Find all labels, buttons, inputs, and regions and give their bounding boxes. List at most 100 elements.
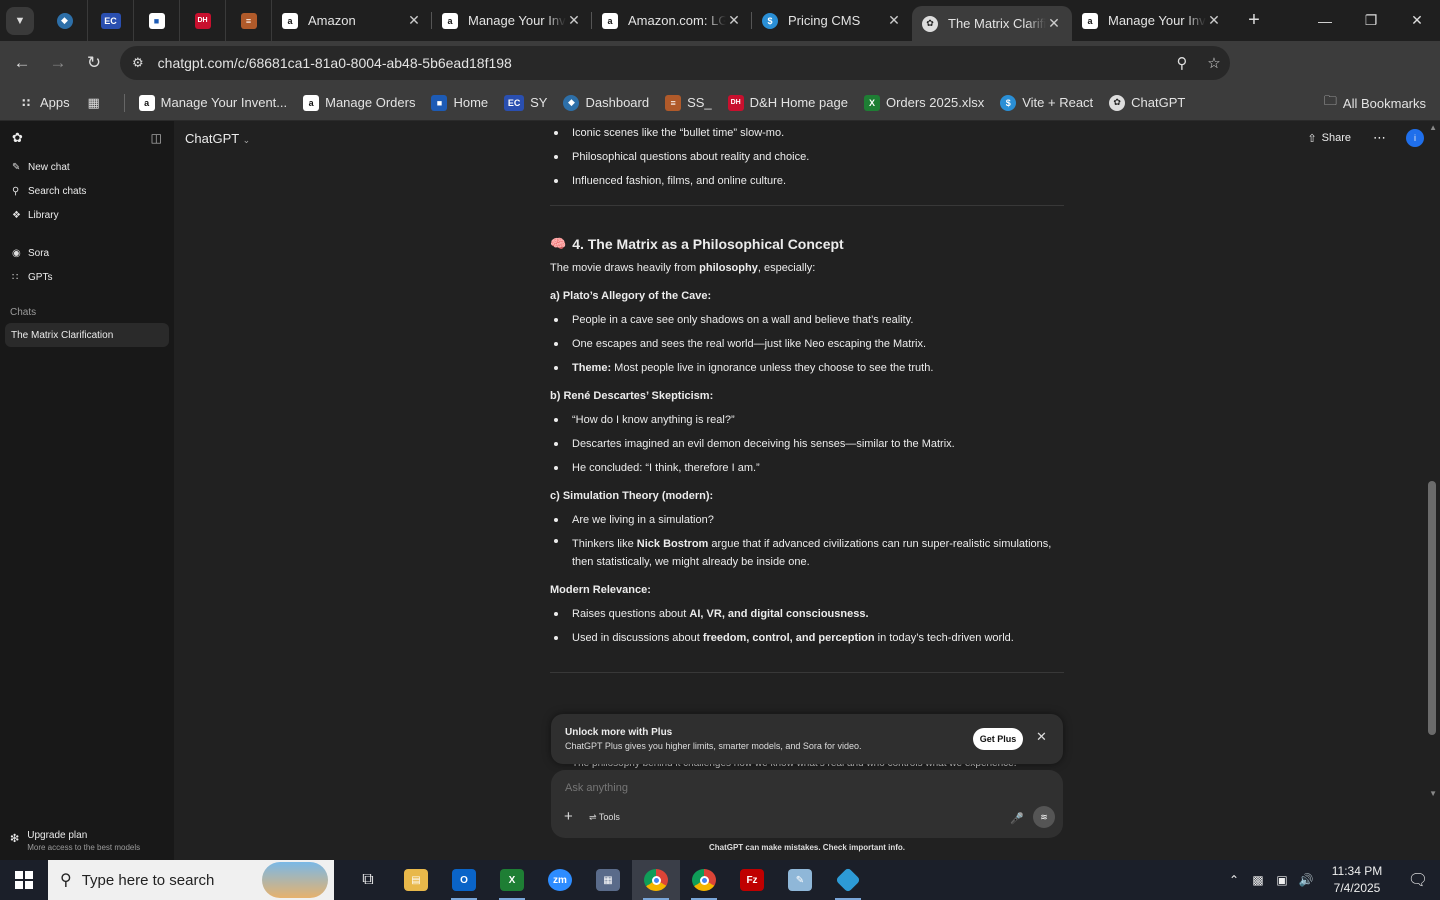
bookmark-grid[interactable]: ▦ <box>86 95 108 111</box>
all-bookmarks[interactable]: 🗀 All Bookmarks <box>1324 85 1426 121</box>
close-icon[interactable]: ✕ <box>886 12 902 29</box>
minimize-icon[interactable]: — <box>1302 0 1348 41</box>
sidebar-item-new-chat[interactable]: ✎ New chat <box>0 155 174 179</box>
subheading-simulation: c) Simulation Theory (modern): <box>550 490 714 502</box>
promo-title: Unlock more with Plus <box>565 727 673 738</box>
close-icon[interactable]: ✕ <box>406 12 422 29</box>
close-icon[interactable]: ✕ <box>1206 12 1222 29</box>
bookmark-orders-2025[interactable]: X Orders 2025.xlsx <box>863 94 985 111</box>
pinned-tab-2[interactable]: EC <box>88 0 134 41</box>
back-button[interactable]: ← <box>4 45 40 81</box>
more-options-icon[interactable]: ⋯ <box>1373 130 1386 146</box>
voice-mode-button[interactable]: ≋ <box>1033 806 1055 828</box>
model-selector[interactable]: ChatGPT ⌄ <box>185 131 250 146</box>
bookmarks-bar: ∷ Apps ▦ a Manage Your Invent... a Manage O… <box>0 85 1440 121</box>
add-attachment-icon[interactable]: + <box>564 808 573 825</box>
pinned-tab-4[interactable]: DH <box>180 0 226 41</box>
taskbar-search[interactable]: ⚲ Type here to search <box>48 860 334 900</box>
tab-manage-inventory-2[interactable]: a Manage Your Inventory ✕ <box>1072 0 1232 41</box>
tab-search-button[interactable]: ▼ <box>6 6 34 35</box>
bookmark-chatgpt[interactable]: ✿ ChatGPT <box>1109 94 1185 111</box>
tab-pricing-cms[interactable]: $ Pricing CMS ✕ <box>752 0 912 41</box>
upgrade-plan-button[interactable]: ❇ Upgrade plan More access to the best m… <box>10 830 140 852</box>
tab-amazon-lg[interactable]: a Amazon.com: LG ✕ <box>592 0 752 41</box>
sidebar: ✿ ◫ ✎ New chat ⚲ Search chats ❖ Library ◉ So… <box>0 121 174 860</box>
calculator-icon: ▦ <box>596 869 620 891</box>
bookmark-ss[interactable]: ≡ SS_ <box>665 94 712 111</box>
volume-icon[interactable]: 🔊 <box>1294 873 1318 887</box>
microphone-icon[interactable]: 🎤 <box>1010 812 1024 825</box>
bookmark-label: Orders 2025.xlsx <box>885 95 985 110</box>
scrollbar-thumb[interactable] <box>1428 481 1436 735</box>
taskbar-filezilla[interactable]: Fz <box>728 860 776 900</box>
chatgpt-logo-icon[interactable]: ✿ <box>12 130 23 146</box>
tab-title: The Matrix Clarification <box>948 16 1046 31</box>
account-avatar[interactable]: i <box>1406 129 1424 147</box>
tab-matrix-clarification[interactable]: ✿ The Matrix Clarification ✕ <box>912 6 1072 41</box>
prompt-input[interactable] <box>565 782 985 794</box>
start-button[interactable] <box>0 860 48 900</box>
notifications-icon[interactable]: 🗨 <box>1396 870 1440 890</box>
scrollbar[interactable]: ▲ ▼ <box>1424 121 1440 860</box>
chat-item-matrix-clarification[interactable]: The Matrix Clarification <box>5 323 169 347</box>
taskbar-chrome-2[interactable] <box>680 860 728 900</box>
close-window-icon[interactable]: ✕ <box>1394 0 1440 41</box>
close-icon[interactable]: ✕ <box>726 12 742 29</box>
scroll-down-icon[interactable]: ▼ <box>1429 789 1437 798</box>
network-icon[interactable]: ▣ <box>1270 873 1294 887</box>
close-icon[interactable]: ✕ <box>1046 15 1062 32</box>
tools-button[interactable]: ⇌ Tools <box>589 812 620 823</box>
sidebar-item-search-chats[interactable]: ⚲ Search chats <box>0 179 174 203</box>
bookmark-dashboard[interactable]: ◆ Dashboard <box>563 94 650 111</box>
windows-taskbar: ⚲ Type here to search ⧉ ▤ O X zm ▦ Fz ✎ … <box>0 860 1440 900</box>
task-view-button[interactable]: ⧉ <box>344 860 392 900</box>
bookmark-dh-home[interactable]: DH D&H Home page <box>727 94 848 111</box>
get-plus-button[interactable]: Get Plus <box>973 728 1023 750</box>
taskbar-app-diamond[interactable] <box>824 860 872 900</box>
taskbar-file-explorer[interactable]: ▤ <box>392 860 440 900</box>
site-settings-icon[interactable]: ⚙ <box>132 55 144 71</box>
address-bar[interactable]: ⚙ chatgpt.com/c/68681ca1-81a0-8004-ab48-… <box>120 46 1230 80</box>
taskbar-zoom[interactable]: zm <box>536 860 584 900</box>
close-icon[interactable]: ✕ <box>566 12 582 29</box>
sidebar-item-gpts[interactable]: ∷ GPTs <box>0 265 174 289</box>
pinned-tab-1[interactable]: ◆ <box>42 0 88 41</box>
bookmark-manage-orders[interactable]: a Manage Orders <box>303 94 415 111</box>
new-tab-button[interactable]: + <box>1240 9 1268 32</box>
taskbar-excel[interactable]: X <box>488 860 536 900</box>
bookmark-manage-inventory[interactable]: a Manage Your Invent... <box>138 94 287 111</box>
bookmark-apps[interactable]: ∷ Apps <box>18 95 70 111</box>
close-sidebar-icon[interactable]: ◫ <box>151 131 162 145</box>
close-icon[interactable]: ✕ <box>1036 729 1047 745</box>
bookmark-star-icon[interactable]: ☆ <box>1198 54 1230 72</box>
scroll-up-icon[interactable]: ▲ <box>1429 123 1437 132</box>
clock[interactable]: 11:34 PM 7/4/2025 <box>1318 863 1396 897</box>
pinned-tab-5[interactable]: ≡ <box>226 0 272 41</box>
network-alert-icon[interactable]: ▩ <box>1246 873 1270 887</box>
taskbar-calculator[interactable]: ▦ <box>584 860 632 900</box>
bookmark-sy[interactable]: EC SY <box>504 94 547 111</box>
tab-manage-inventory[interactable]: a Manage Your Inventory ✕ <box>432 0 592 41</box>
taskbar-app-blue[interactable]: ✎ <box>776 860 824 900</box>
tab-amazon[interactable]: a Amazon ✕ <box>272 0 432 41</box>
reload-button[interactable]: ↻ <box>76 45 112 81</box>
sidebar-item-library[interactable]: ❖ Library <box>0 203 174 227</box>
subheading-modern: Modern Relevance: <box>550 584 651 596</box>
forward-button[interactable]: → <box>40 45 76 81</box>
bookmark-home[interactable]: ■ Home <box>431 94 488 111</box>
share-button[interactable]: ⇧ Share <box>1307 132 1351 145</box>
folder-icon: 🗀 <box>1323 93 1337 108</box>
url-text[interactable]: chatgpt.com/c/68681ca1-81a0-8004-ab48-5b… <box>158 55 512 71</box>
bookmark-label: Dashboard <box>585 95 650 110</box>
app-icon: ◆ <box>56 12 73 29</box>
bookmark-vite-react[interactable]: $ Vite + React <box>1000 94 1093 111</box>
pinned-tab-3[interactable]: ■ <box>134 0 180 41</box>
taskbar-outlook[interactable]: O <box>440 860 488 900</box>
zoom-icon[interactable]: ⚲ <box>1166 54 1198 72</box>
taskbar-chrome[interactable] <box>632 860 680 900</box>
upgrade-subtitle: More access to the best models <box>27 843 141 852</box>
chatgpt-icon: ✿ <box>1109 94 1126 111</box>
show-hidden-icons[interactable]: ⌃ <box>1222 873 1246 887</box>
restore-icon[interactable]: ❐ <box>1348 0 1394 41</box>
sidebar-item-sora[interactable]: ◉ Sora <box>0 241 174 265</box>
